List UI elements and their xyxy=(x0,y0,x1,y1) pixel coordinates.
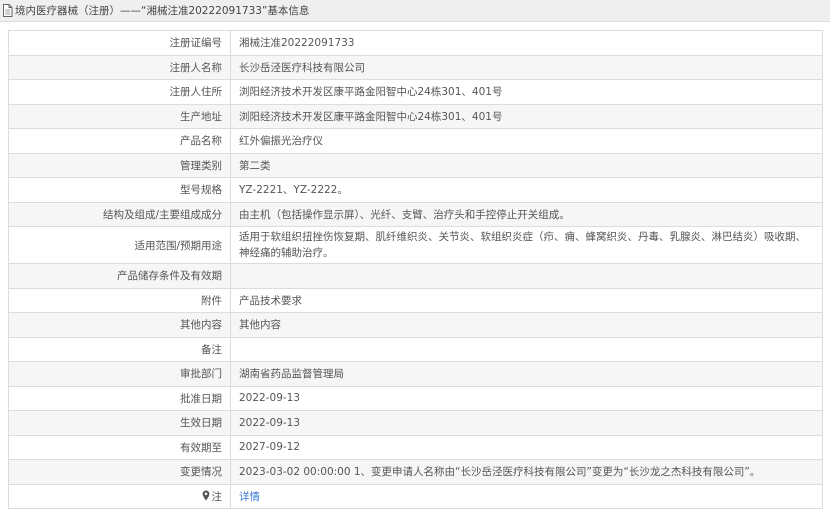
row-label: 注册人住所 xyxy=(8,79,231,105)
row-value: 浏阳经济技术开发区康平路金阳智中心24栋301、401号 xyxy=(230,79,823,105)
row-value: 产品技术要求 xyxy=(230,287,823,313)
row-value: 湘械注准20222091733 xyxy=(230,30,823,56)
row-value: 浏阳经济技术开发区康平路金阳智中心24栋301、401号 xyxy=(230,103,823,129)
row-label: 注册证编号 xyxy=(8,30,231,56)
row-label: 有效期至 xyxy=(8,434,231,460)
info-table: 注册证编号 湘械注准20222091733 注册人名称 长沙岳泾医疗科技有限公司… xyxy=(8,30,823,509)
table-row: 产品名称 红外偏振光治疗仪 xyxy=(8,128,823,154)
table-row: 适用范围/预期用途 适用于软组织扭挫伤恢复期、肌纤维织炎、关节炎、软组织炎症（疖… xyxy=(8,226,823,264)
row-value: 湖南省药品监督管理局 xyxy=(230,361,823,387)
table-row: 变更情况 2023-03-02 00:00:00 1、变更申请人名称由“长沙岳泾… xyxy=(8,459,823,485)
page-header: 境内医疗器械（注册）——“湘械注准20222091733”基本信息 xyxy=(0,0,830,22)
row-value: 2027-09-12 xyxy=(230,434,823,460)
row-label: 其他内容 xyxy=(8,312,231,338)
table-row: 注册人名称 长沙岳泾医疗科技有限公司 xyxy=(8,54,823,80)
table-row: 其他内容 其他内容 xyxy=(8,312,823,338)
table-row: 批准日期 2022-09-13 xyxy=(8,385,823,411)
row-label: 管理类别 xyxy=(8,152,231,178)
table-row: 备注 xyxy=(8,336,823,362)
row-label: 结构及组成/主要组成成分 xyxy=(8,201,231,227)
row-value: 适用于软组织扭挫伤恢复期、肌纤维织炎、关节炎、软组织炎症（疖、痈、蜂窝织炎、丹毒… xyxy=(230,226,823,264)
row-label: 适用范围/预期用途 xyxy=(8,226,231,264)
row-value: 红外偏振光治疗仪 xyxy=(230,128,823,154)
row-label: 备注 xyxy=(8,336,231,362)
row-label: 产品储存条件及有效期 xyxy=(8,263,231,289)
row-value: YZ-2221、YZ-2222。 xyxy=(230,177,823,203)
table-row: 有效期至 2027-09-12 xyxy=(8,434,823,460)
detail-link[interactable]: 详情 xyxy=(239,491,260,503)
row-label: 注册人名称 xyxy=(8,54,231,80)
location-pin-icon xyxy=(202,490,209,501)
row-value: 第二类 xyxy=(230,152,823,178)
detail-label-cell: 注 xyxy=(8,483,231,509)
row-value xyxy=(230,263,823,289)
table-row: 审批部门 湖南省药品监督管理局 xyxy=(8,361,823,387)
detail-row: 注 详情 xyxy=(8,483,823,509)
row-label: 附件 xyxy=(8,287,231,313)
row-value: 2023-03-02 00:00:00 1、变更申请人名称由“长沙岳泾医疗科技有… xyxy=(230,459,823,485)
row-label: 变更情况 xyxy=(8,459,231,485)
table-row: 生效日期 2022-09-13 xyxy=(8,410,823,436)
page-title: 境内医疗器械（注册）——“湘械注准20222091733”基本信息 xyxy=(15,5,310,17)
row-value: 其他内容 xyxy=(230,312,823,338)
row-label: 生产地址 xyxy=(8,103,231,129)
row-label: 批准日期 xyxy=(8,385,231,411)
detail-value-cell: 详情 xyxy=(230,483,823,509)
row-label: 型号规格 xyxy=(8,177,231,203)
table-row: 附件 产品技术要求 xyxy=(8,287,823,313)
row-value xyxy=(230,336,823,362)
row-label: 产品名称 xyxy=(8,128,231,154)
row-value: 由主机（包括操作显示屏）、光纤、支臂、治疗头和手控停止开关组成。 xyxy=(230,201,823,227)
row-value: 2022-09-13 xyxy=(230,410,823,436)
row-value: 长沙岳泾医疗科技有限公司 xyxy=(230,54,823,80)
row-label: 审批部门 xyxy=(8,361,231,387)
table-row: 生产地址 浏阳经济技术开发区康平路金阳智中心24栋301、401号 xyxy=(8,103,823,129)
detail-label: 注 xyxy=(211,490,223,503)
table-row: 管理类别 第二类 xyxy=(8,152,823,178)
table-row: 注册证编号 湘械注准20222091733 xyxy=(8,30,823,56)
table-row: 型号规格 YZ-2221、YZ-2222。 xyxy=(8,177,823,203)
row-value: 2022-09-13 xyxy=(230,385,823,411)
table-row: 注册人住所 浏阳经济技术开发区康平路金阳智中心24栋301、401号 xyxy=(8,79,823,105)
table-row: 结构及组成/主要组成成分 由主机（包括操作显示屏）、光纤、支臂、治疗头和手控停止… xyxy=(8,201,823,227)
row-label: 生效日期 xyxy=(8,410,231,436)
document-icon xyxy=(3,4,13,17)
table-row: 产品储存条件及有效期 xyxy=(8,263,823,289)
